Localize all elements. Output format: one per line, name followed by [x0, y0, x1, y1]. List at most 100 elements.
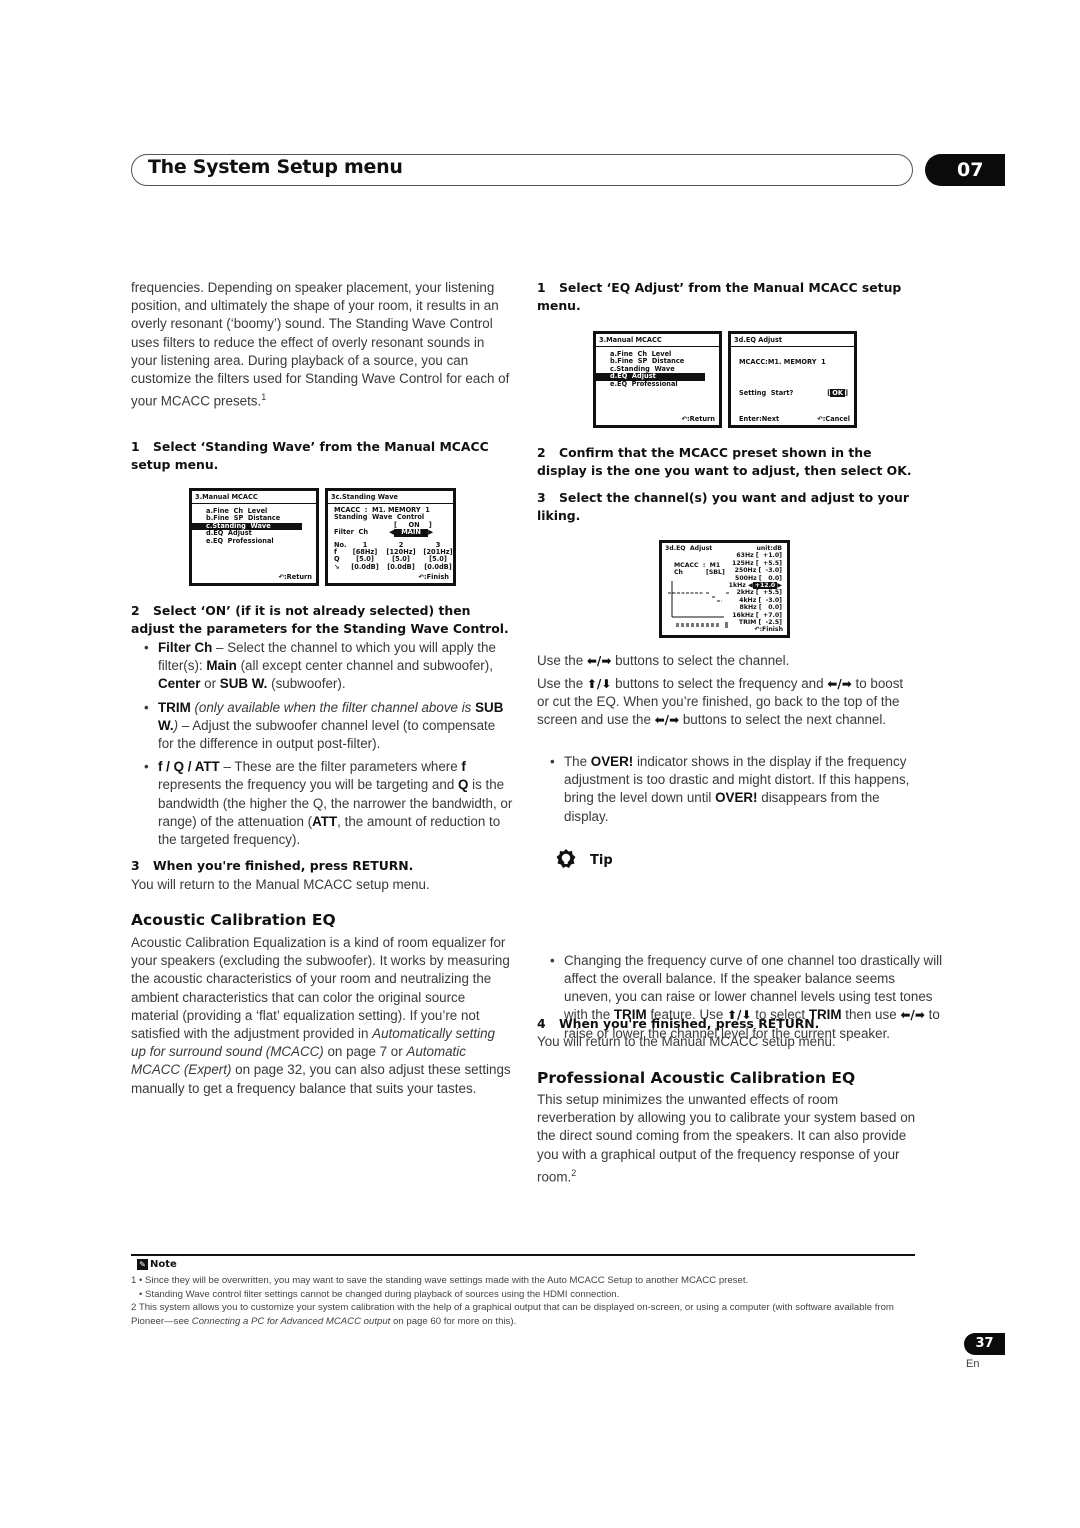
eq-freq-tick [676, 623, 679, 627]
note-1a: 1 • Since they will be overwritten, you … [131, 1275, 749, 1286]
osd-band-rows: 63Hz [ +1.0] 125Hz [ +5.5] 250Hz [ -3.0] 50… [729, 552, 782, 626]
osd-title: 3.Manual MCACC [596, 334, 719, 347]
text: on page 7 or [323, 1044, 407, 1060]
step-number: 1 [537, 280, 546, 295]
osd-cell: 0.0dB [427, 562, 449, 571]
term: TRIM [158, 699, 191, 715]
intro-text: frequencies. Depending on speaker placem… [131, 280, 510, 409]
osd-finish-label: :Finish [424, 573, 449, 581]
term: f [461, 759, 466, 775]
osd-manual-mcacc-menu-eq: 3.Manual MCACC a.Fine Ch Level b.Fine SP… [593, 331, 722, 428]
note-pencil-icon: ✎ [137, 1259, 148, 1270]
osd-band-row: 8kHz [ 0.0] [729, 604, 782, 611]
note-2: 2 This system allows you to customize yo… [131, 1301, 921, 1328]
page-language: En [966, 1358, 980, 1370]
eq-freq-tick [681, 623, 684, 627]
osd-band-list: unit:dB 63Hz [ +1.0] 125Hz [ +5.5] 250Hz [… [729, 545, 782, 626]
osd-finish-hint: ↶:Finish [754, 626, 783, 633]
eq-curve-graph [668, 581, 729, 628]
step-1-eq-adjust: 1 Select ‘EQ Adjust’ from the Manual MCAC… [537, 279, 917, 315]
osd-band-row: 1kHz ◀ +12.0 ▶ [729, 582, 782, 590]
text: or [200, 676, 220, 692]
step-3-body: You will return to the Manual MCACC setu… [131, 877, 430, 892]
section-body-professional-eq: This setup minimizes the unwanted effect… [537, 1091, 917, 1186]
term: SUB W. [219, 676, 268, 692]
osd-manual-mcacc-menu: 3.Manual MCACC a.Fine Ch Level b.Fine SP… [189, 488, 319, 586]
term: Main [206, 658, 237, 674]
term: OVER! [590, 754, 634, 769]
text: Use the [537, 676, 587, 691]
text: buttons to select the channel. [611, 653, 790, 668]
text: – Adjust the subwoofer channel level (to… [158, 717, 496, 752]
step-number: 1 [131, 439, 140, 454]
bullet-trim: TRIM (only available when the filter cha… [131, 699, 513, 754]
step-number: 2 [537, 445, 546, 460]
osd-ch-label: Ch [674, 569, 683, 576]
text: on page 60 for more on this). [390, 1315, 517, 1327]
step-text: Select the channel(s) you want and adjus… [537, 490, 909, 523]
step-text: When you're finished, press RETURN. [153, 858, 414, 873]
eq-freq-tick [696, 623, 699, 627]
osd-title: 3c.Standing Wave [328, 491, 453, 504]
section-title-professional-acoustic-calibration-eq: Professional Acoustic Calibration EQ [537, 1069, 856, 1087]
osd-mcacc-preset: MCACC:M1. MEMORY 1 [739, 358, 826, 366]
osd-cancel-label: :Cancel [822, 415, 850, 423]
text: (subwoofer). [267, 676, 346, 692]
osd-band-value-selected: +12.0 [752, 582, 778, 590]
text: Since they will be overwritten, you may … [145, 1275, 749, 1286]
text: Standing Wave control filter settings ca… [145, 1288, 620, 1300]
step-text: When you're finished, press RETURN. [559, 1016, 820, 1031]
term: Q [457, 777, 469, 793]
note-number: 1 [131, 1275, 137, 1286]
osd-return-label: :Return [284, 573, 312, 581]
osd-ch-value: [SBL] [706, 569, 725, 576]
page-title: The System Setup menu [148, 156, 403, 178]
eq-freq-tick [711, 623, 714, 627]
step-2-select-on: 2 Select ‘ON’ (if it is not already selec… [131, 602, 516, 638]
cross-reference-link[interactable]: Connecting a PC for Advanced MCACC outpu… [192, 1316, 391, 1327]
note-number: 2 [131, 1302, 137, 1313]
term: f / Q / ATT [158, 759, 220, 775]
osd-cell: 0.0dB [390, 562, 412, 571]
osd-next-hint: Enter:Next [739, 414, 780, 423]
osd-band-freq: 4kHz [739, 596, 759, 604]
osd-cell: 0.0dB [354, 562, 376, 571]
text: buttons to select the frequency and [611, 676, 828, 691]
osd-band-value: [ 0.0] [758, 574, 782, 582]
osd-unit: unit:dB [756, 545, 782, 552]
step-3-press-return: 3 When you're finished, press RETURN. [131, 857, 511, 875]
term: ATT [312, 813, 338, 829]
eq-freq-tick [716, 623, 719, 627]
osd-return-hint: ↶:Return [681, 415, 715, 423]
osd-title: 3d.EQ Adjust [665, 545, 713, 552]
osd-band-freq: 63Hz [736, 552, 756, 560]
osd-band-value: [ -2.5] [758, 619, 783, 627]
osd-band-row: 4kHz [ -3.0] [729, 597, 782, 604]
osd-band-value: [ +5.5] [755, 559, 782, 567]
paragraph-adjust-frequency: Use the ⬆/⬇ buttons to select the freque… [537, 675, 917, 730]
section-body-acoustic-calibration-eq: Acoustic Calibration Equalization is a k… [131, 934, 513, 1098]
step-3-select-channels: 3 Select the channel(s) you want and adju… [537, 489, 917, 525]
step-number: 4 [537, 1016, 546, 1031]
section-title-acoustic-calibration-eq: Acoustic Calibration EQ [131, 911, 336, 929]
osd-band-row: 16kHz [ +7.0] [729, 612, 782, 619]
osd-filter-value: MAIN [394, 528, 429, 537]
osd-band-value: [ +1.0] [755, 552, 782, 560]
osd-setting-start-prompt: Setting Start? [739, 389, 794, 397]
osd-band-row: 63Hz [ +1.0] [729, 552, 782, 559]
att-icon: ↘ [334, 562, 340, 571]
bullet-f-q-att: f / Q / ATT – These are the filter param… [131, 758, 513, 849]
osd-band-row: 250Hz [ -3.0] [729, 567, 782, 574]
osd-band-row: 500Hz [ 0.0] [729, 575, 782, 582]
osd-band-freq: 500Hz [735, 574, 759, 582]
step-2-confirm-preset: 2 Confirm that the MCACC preset shown in … [537, 444, 917, 480]
footnote-ref[interactable]: 2 [571, 1168, 576, 1178]
footnote-ref[interactable]: 1 [261, 392, 266, 402]
notes-body: 1 • Since they will be overwritten, you … [131, 1274, 921, 1328]
osd-standing-wave: 3c.Standing Wave MCACC : M1. MEMORY 1 St… [325, 488, 456, 586]
osd-eq-adjust-start: 3d.EQ Adjust MCACC:M1. MEMORY 1 Setting … [728, 331, 857, 428]
osd-band-freq: TRIM [738, 619, 759, 627]
osd-band-freq: 16kHz [732, 611, 756, 619]
text: (all except center channel and subwoofer… [236, 658, 493, 674]
tip-title: Tip [590, 853, 613, 868]
